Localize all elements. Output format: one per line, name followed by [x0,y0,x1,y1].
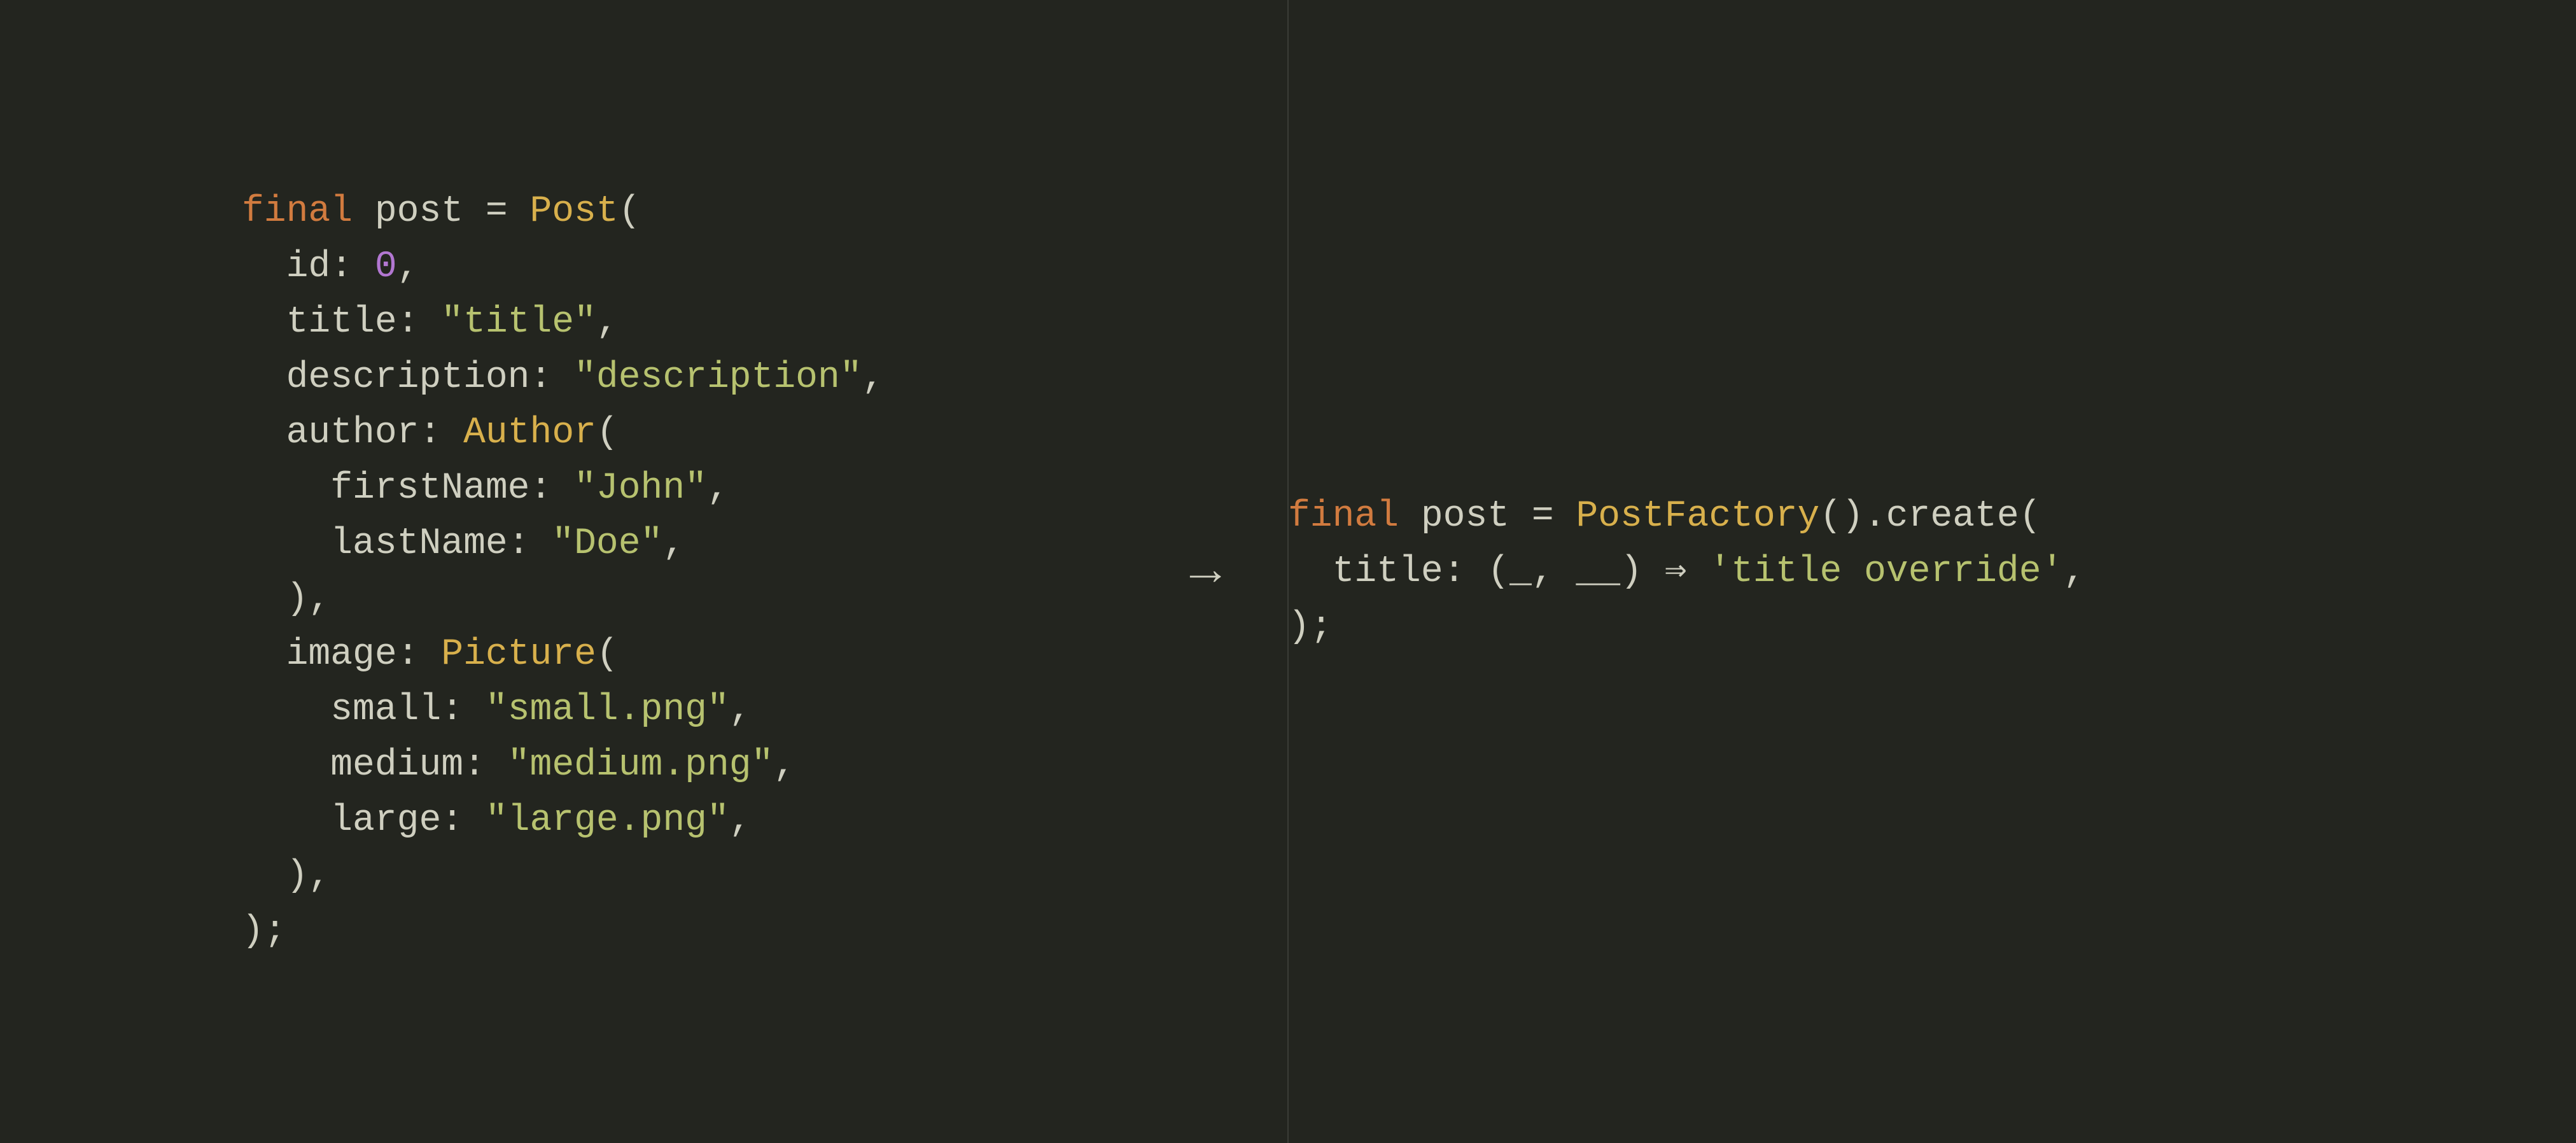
code-token: : [441,689,486,731]
code-token: firstName [330,468,529,509]
arrow-right-icon: → [1183,526,1228,617]
code-token: "large.png" [486,800,729,841]
code-token: 'title override' [1709,551,2063,593]
code-token [242,634,286,675]
code-token: : [419,412,463,454]
code-token: Post [530,191,619,232]
right-code-pane: final post = PostFactory().create( title… [1046,0,2576,1143]
code-token: lastName [330,523,507,564]
code-token [242,246,286,288]
code-token: large [330,800,441,841]
right-code-block: final post = PostFactory().create( title… [1288,489,2085,655]
code-token: ); [242,911,286,952]
code-token: description [286,357,530,398]
code-token: PostFactory [1576,496,1820,537]
code-token: : [508,523,552,564]
code-token: , [662,523,685,564]
code-token: , [729,800,752,841]
code-token: , [2063,551,2085,593]
code-token: ( [596,412,619,454]
code-token [242,689,330,731]
code-token: "medium.png" [508,745,774,786]
code-token: = [1509,496,1576,537]
left-code-block: final post = Post( id: 0, title: "title"… [242,184,884,959]
code-token: image [286,634,397,675]
code-token [242,800,330,841]
code-token [1399,496,1421,537]
code-token: , [596,302,619,343]
code-token: "description" [574,357,862,398]
code-token: = [463,191,529,232]
code-token: ), [242,855,330,897]
code-token: Author [463,412,596,454]
code-token: : [463,745,508,786]
code-token: medium [330,745,463,786]
code-token: small [330,689,441,731]
code-token [1288,551,1333,593]
code-token: , [707,468,729,509]
code-token [353,191,375,232]
code-token [242,468,330,509]
code-token: title [1333,551,1443,593]
code-token: "John" [574,468,707,509]
code-token: ), [242,579,330,620]
code-token: : [330,246,375,288]
code-token: final [1288,496,1399,537]
code-token [242,523,330,564]
code-token [242,412,286,454]
code-token: 0 [375,246,397,288]
code-token [242,302,286,343]
code-token: ( [619,191,641,232]
code-token: "Doe" [552,523,662,564]
code-token: , [862,357,885,398]
code-token: : [397,634,442,675]
code-token: , [773,745,795,786]
code-token: post [1421,496,1509,537]
code-token: ); [1288,607,1333,648]
code-token: : [441,800,486,841]
code-token: id [286,246,331,288]
code-token: ( [596,634,619,675]
code-token: Picture [441,634,596,675]
code-token: , [729,689,752,731]
code-token: : [397,302,442,343]
code-token: author [286,412,419,454]
code-token: title [286,302,397,343]
code-token: "small.png" [486,689,729,731]
code-token: post [375,191,463,232]
code-token: "title" [441,302,596,343]
code-token [242,357,286,398]
code-token: , [397,246,419,288]
code-token: : [530,357,575,398]
code-token: : [530,468,575,509]
code-token: ().create( [1819,496,2041,537]
code-token [242,745,330,786]
code-token: : (_, __) ⇒ [1443,551,1709,593]
code-token: final [242,191,353,232]
